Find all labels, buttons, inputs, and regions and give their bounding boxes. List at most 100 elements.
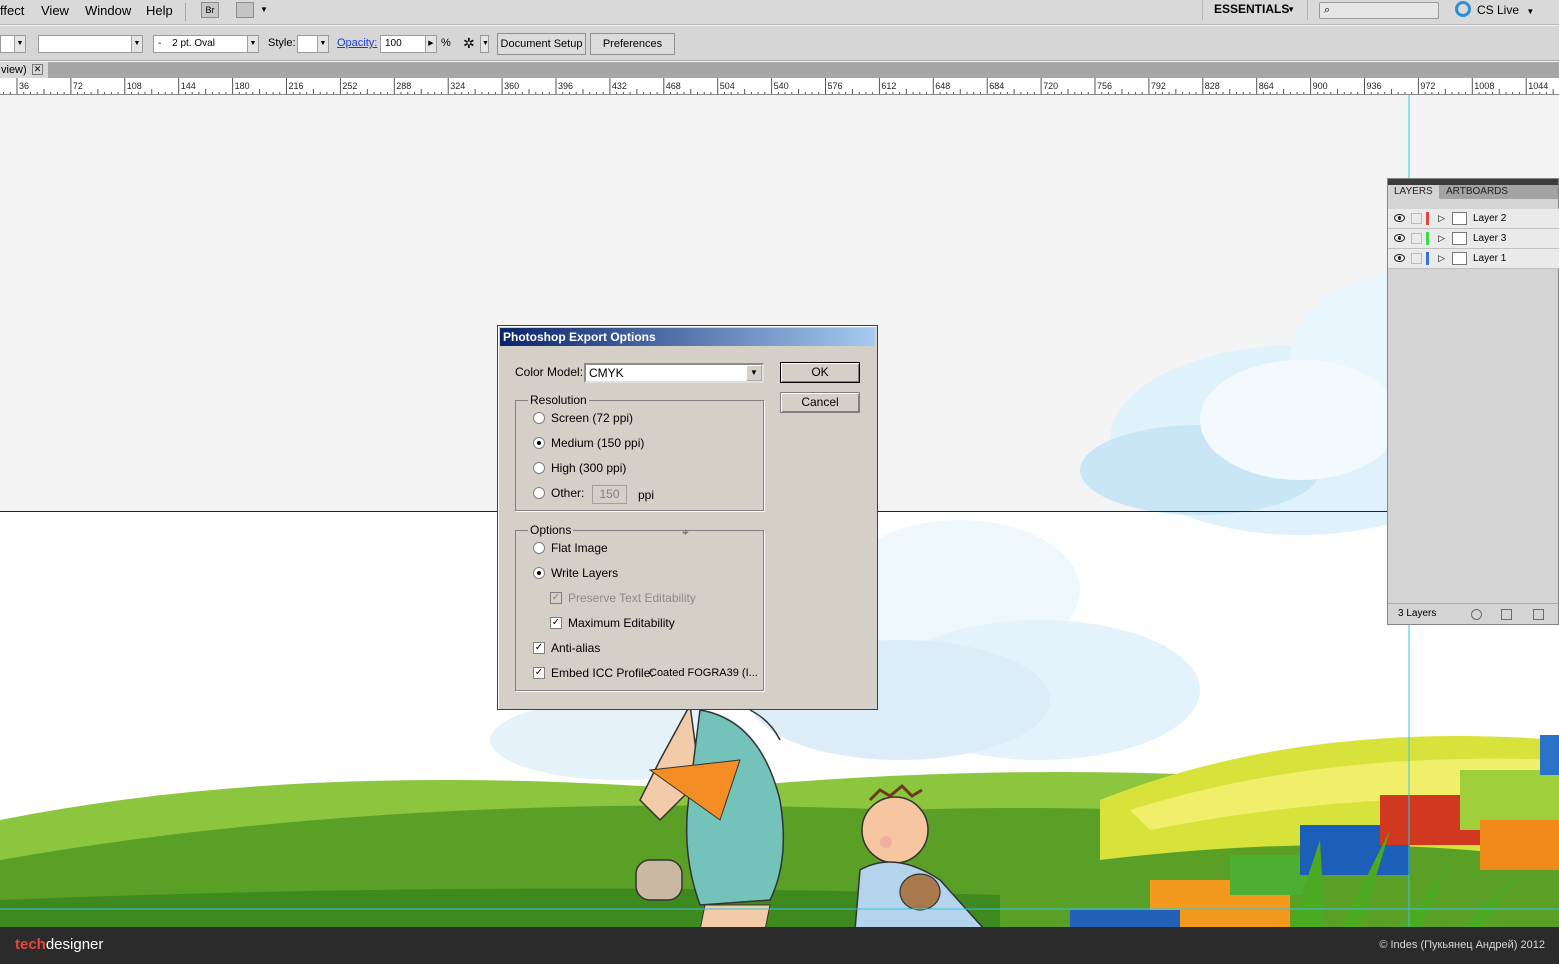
close-icon[interactable]: ✕ xyxy=(32,64,43,75)
dialog-title: Photoshop Export Options xyxy=(500,328,875,346)
medium-radio[interactable] xyxy=(533,437,545,449)
variable-width-field[interactable]: ▼ xyxy=(38,35,143,53)
tab-artboards[interactable]: ARTBOARDS xyxy=(1440,185,1514,199)
document-tab[interactable]: view) ✕ xyxy=(0,62,48,78)
new-layer-icon[interactable] xyxy=(1533,609,1544,620)
expand-triangle-icon[interactable]: ▷ xyxy=(1438,233,1445,244)
new-sublayer-icon[interactable] xyxy=(1501,609,1512,620)
techdesigner-logo: techdesigner xyxy=(15,936,103,953)
style-select[interactable]: ▼ xyxy=(297,35,329,53)
ruler-label: 72 xyxy=(73,81,83,91)
expand-triangle-icon[interactable]: ▷ xyxy=(1438,213,1445,224)
bridge-button[interactable]: Br xyxy=(201,2,219,18)
menu-window[interactable]: Window xyxy=(85,3,131,18)
preferences-button[interactable]: Preferences xyxy=(590,33,675,55)
brush-prefix: - xyxy=(158,38,162,49)
visibility-eye-icon[interactable] xyxy=(1394,234,1405,242)
arrange-documents-icon[interactable] xyxy=(236,2,254,18)
lock-toggle[interactable] xyxy=(1411,213,1422,224)
other-radio[interactable] xyxy=(533,487,545,499)
ruler-label: 504 xyxy=(720,81,735,91)
flat-image-radio[interactable] xyxy=(533,542,545,554)
write-layers-radio[interactable] xyxy=(533,567,545,579)
ruler-label: 828 xyxy=(1205,81,1220,91)
ruler-label: 576 xyxy=(828,81,843,91)
high-label[interactable]: High (300 ppi) xyxy=(551,461,626,475)
embed-icc-checkbox[interactable]: ✓ xyxy=(533,667,545,679)
locate-object-icon[interactable] xyxy=(1471,609,1482,620)
stroke-weight-field[interactable]: ▼ xyxy=(0,35,26,53)
screen-radio[interactable] xyxy=(533,412,545,424)
visibility-eye-icon[interactable] xyxy=(1394,254,1405,262)
other-ppi-field[interactable]: 150 xyxy=(592,485,627,504)
layer-thumbnail xyxy=(1452,232,1467,245)
layer-color-swatch xyxy=(1426,252,1429,265)
embed-icc-label[interactable]: Embed ICC Profile: xyxy=(551,666,654,680)
chevron-down-icon: ▼ xyxy=(131,36,142,52)
horizontal-ruler[interactable]: 36 72 108 144 180 216 252 288 324 360 396 432 468 504… xyxy=(0,78,1559,95)
ruler-label: 684 xyxy=(989,81,1004,91)
other-label[interactable]: Other: xyxy=(551,486,584,500)
ruler-label: 216 xyxy=(289,81,304,91)
layer-row[interactable]: ▷ Layer 2 xyxy=(1388,209,1559,229)
high-radio[interactable] xyxy=(533,462,545,474)
brand-tech: tech xyxy=(15,936,46,953)
opacity-field[interactable]: 100 ▶ xyxy=(380,35,437,53)
options-group: Options Flat Image Write Layers ✓ Preser… xyxy=(515,523,764,691)
anti-alias-label[interactable]: Anti-alias xyxy=(551,641,600,655)
cs-live-button[interactable]: CS Live ▼ xyxy=(1455,1,1534,17)
lock-toggle[interactable] xyxy=(1411,233,1422,244)
control-bar: ▼ ▼ - 2 pt. Oval ▼ Style: ▼ Opacity: 100… xyxy=(0,26,1559,61)
tab-layers[interactable]: LAYERS xyxy=(1388,185,1439,199)
screen-label[interactable]: Screen (72 ppi) xyxy=(551,411,633,425)
layer-name[interactable]: Layer 3 xyxy=(1473,233,1506,244)
layer-count: 3 Layers xyxy=(1398,608,1437,619)
layer-name[interactable]: Layer 2 xyxy=(1473,213,1506,224)
ok-button[interactable]: OK xyxy=(780,362,860,383)
ruler-label: 756 xyxy=(1097,81,1112,91)
layer-name[interactable]: Layer 1 xyxy=(1473,253,1506,264)
medium-label[interactable]: Medium (150 ppi) xyxy=(551,436,644,450)
cancel-button[interactable]: Cancel xyxy=(780,392,860,413)
write-layers-label[interactable]: Write Layers xyxy=(551,566,618,580)
ruler-label: 936 xyxy=(1367,81,1382,91)
workspace-switcher[interactable]: ESSENTIALS ▼ xyxy=(1202,0,1308,20)
max-editability-checkbox[interactable]: ✓ xyxy=(550,617,562,629)
resolution-group: Resolution Screen (72 ppi) Medium (150 p… xyxy=(515,393,764,511)
menu-effect[interactable]: ffect xyxy=(0,3,24,18)
max-editability-label[interactable]: Maximum Editability xyxy=(568,616,675,630)
ruler-label: 180 xyxy=(235,81,250,91)
ruler-label: 324 xyxy=(450,81,465,91)
ruler-label: 648 xyxy=(935,81,950,91)
search-icon: ⌕ xyxy=(1324,4,1331,16)
menu-view[interactable]: View xyxy=(41,3,69,18)
ruler-label: 396 xyxy=(558,81,573,91)
layer-row[interactable]: ▷ Layer 1 xyxy=(1388,249,1559,269)
anti-alias-checkbox[interactable]: ✓ xyxy=(533,642,545,654)
ruler-label: 288 xyxy=(396,81,411,91)
layer-color-swatch xyxy=(1426,212,1429,225)
icc-profile-name: Coated FOGRA39 (I... xyxy=(649,667,758,679)
ruler-label: 432 xyxy=(612,81,627,91)
arrange-dropdown-icon[interactable]: ▼ xyxy=(260,5,268,14)
opacity-link[interactable]: Opacity: xyxy=(337,37,377,49)
lock-toggle[interactable] xyxy=(1411,253,1422,264)
search-input[interactable]: ⌕ xyxy=(1319,2,1439,19)
recolor-artwork-icon[interactable]: ✲ xyxy=(463,35,475,52)
layer-row[interactable]: ▷ Layer 3 xyxy=(1388,229,1559,249)
expand-triangle-icon[interactable]: ▷ xyxy=(1438,253,1445,264)
chevron-down-icon: ▼ xyxy=(14,36,25,52)
recolor-dropdown[interactable]: ▼ xyxy=(480,35,489,53)
document-setup-button[interactable]: Document Setup xyxy=(497,33,586,55)
brush-label: 2 pt. Oval xyxy=(172,38,215,49)
layers-panel-footer: 3 Layers xyxy=(1388,603,1559,625)
ruler-label: 864 xyxy=(1259,81,1274,91)
resolution-group-title: Resolution xyxy=(528,393,589,407)
visibility-eye-icon[interactable] xyxy=(1394,214,1405,222)
menu-help[interactable]: Help xyxy=(146,3,173,18)
color-model-select[interactable]: CMYK ▼ xyxy=(584,363,764,383)
brush-definition-select[interactable]: - 2 pt. Oval ▼ xyxy=(153,35,259,53)
ruler-label: 972 xyxy=(1420,81,1435,91)
flat-image-label[interactable]: Flat Image xyxy=(551,541,608,555)
ruler-label: 468 xyxy=(666,81,681,91)
